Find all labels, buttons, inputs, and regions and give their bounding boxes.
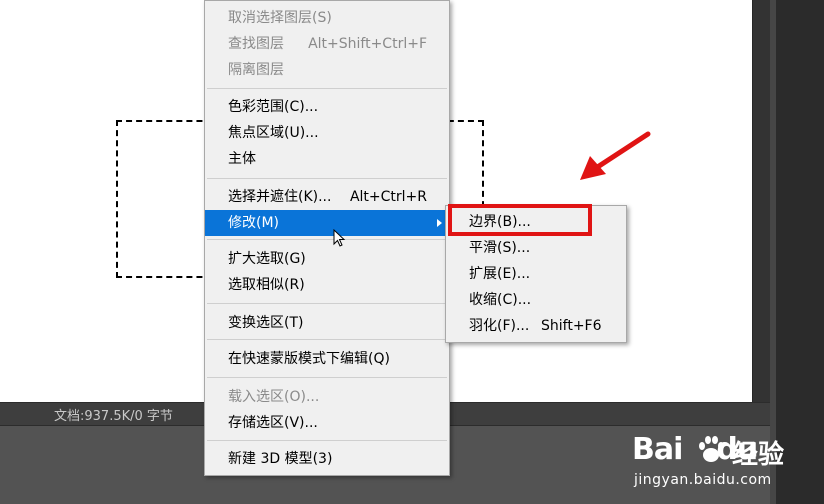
menu-separator	[207, 303, 447, 304]
menu-item-label: 存储选区(V)...	[228, 415, 318, 431]
menu-separator	[207, 239, 447, 240]
menu-item-load-selection: 载入选区(O)...	[205, 384, 449, 410]
menu-item-similar[interactable]: 选取相似(R)	[205, 272, 449, 298]
menu-item-shortcut: Alt+Ctrl+R	[349, 189, 427, 205]
menu-item-subject[interactable]: 主体	[205, 146, 449, 172]
submenu-item-label: 平滑(S)...	[469, 240, 531, 256]
menu-item-label: 查找图层	[228, 36, 284, 52]
menu-item-new-3d-model[interactable]: 新建 3D 模型(3)	[205, 446, 449, 472]
menu-item-modify[interactable]: 修改(M)	[205, 210, 449, 236]
menu-separator	[207, 178, 447, 179]
menu-item-isolate-layers: 隔离图层	[205, 57, 449, 83]
menu-item-deselect-layers: 取消选择图层(S)	[205, 5, 449, 31]
menu-separator	[207, 88, 447, 89]
menu-item-label: 新建 3D 模型(3)	[228, 451, 333, 467]
menu-separator	[207, 339, 447, 340]
menu-item-label: 主体	[228, 151, 256, 167]
annotation-highlight-box	[448, 204, 592, 236]
submenu-item-shortcut: Shift+F6	[541, 318, 602, 334]
paw-icon	[699, 436, 724, 462]
document-size-info: 文档:937.5K/0 字节	[54, 409, 173, 424]
select-menu: 取消选择图层(S) 查找图层 Alt+Shift+Ctrl+F 隔离图层 色彩范…	[204, 0, 450, 476]
menu-item-select-and-mask[interactable]: 选择并遮住(K)... Alt+Ctrl+R	[205, 184, 449, 210]
menu-item-color-range[interactable]: 色彩范围(C)...	[205, 94, 449, 120]
submenu-item-label: 扩展(E)...	[469, 266, 531, 282]
menu-item-label: 色彩范围(C)...	[228, 99, 319, 115]
menu-item-label: 取消选择图层(S)	[228, 10, 332, 26]
submenu-item-smooth[interactable]: 平滑(S)...	[446, 235, 626, 261]
menu-item-label: 载入选区(O)...	[228, 389, 320, 405]
submenu-item-feather[interactable]: 羽化(F)... Shift+F6	[446, 313, 626, 339]
menu-item-quick-mask[interactable]: 在快速蒙版模式下编辑(Q)	[205, 346, 449, 372]
submenu-item-expand[interactable]: 扩展(E)...	[446, 261, 626, 287]
menu-separator	[207, 377, 447, 378]
right-panel	[776, 0, 824, 504]
menu-item-shortcut: Alt+Shift+Ctrl+F	[308, 36, 427, 52]
submenu-item-label: 收缩(C)...	[469, 292, 532, 308]
menu-item-find-layers: 查找图层 Alt+Shift+Ctrl+F	[205, 31, 449, 57]
menu-item-label: 变换选区(T)	[228, 315, 304, 331]
menu-item-label: 修改(M)	[228, 215, 280, 231]
watermark-jingyan-text: 经验	[732, 440, 785, 470]
mouse-cursor-icon	[333, 229, 346, 247]
menu-item-label: 在快速蒙版模式下编辑(Q)	[228, 351, 390, 367]
menu-item-label: 选择并遮住(K)...	[228, 189, 332, 205]
menu-item-label: 选取相似(R)	[228, 277, 305, 293]
menu-item-focus-area[interactable]: 焦点区域(U)...	[205, 120, 449, 146]
menu-item-label: 隔离图层	[228, 62, 284, 78]
menu-item-grow[interactable]: 扩大选取(G)	[205, 246, 449, 272]
menu-separator	[207, 440, 447, 441]
menu-item-transform-selection[interactable]: 变换选区(T)	[205, 310, 449, 336]
watermark-url: jingyan.baidu.com	[634, 472, 772, 488]
baidu-jingyan-watermark: Bai du 经验 jingyan.baidu.com	[632, 430, 822, 500]
annotation-arrow-icon	[580, 131, 651, 180]
submenu-item-contract[interactable]: 收缩(C)...	[446, 287, 626, 313]
menu-item-save-selection[interactable]: 存储选区(V)...	[205, 410, 449, 436]
menu-item-label: 焦点区域(U)...	[228, 125, 319, 141]
submenu-arrow-icon	[437, 219, 442, 227]
app-window: 文档:937.5K/0 字节 取消选择图层(S) 查找图层 Alt+Shift+…	[0, 0, 824, 504]
menu-item-label: 扩大选取(G)	[228, 251, 306, 267]
submenu-item-label: 羽化(F)...	[469, 318, 530, 334]
watermark-logo-bai: Bai	[632, 432, 683, 467]
vertical-scrollbar[interactable]	[752, 0, 771, 402]
